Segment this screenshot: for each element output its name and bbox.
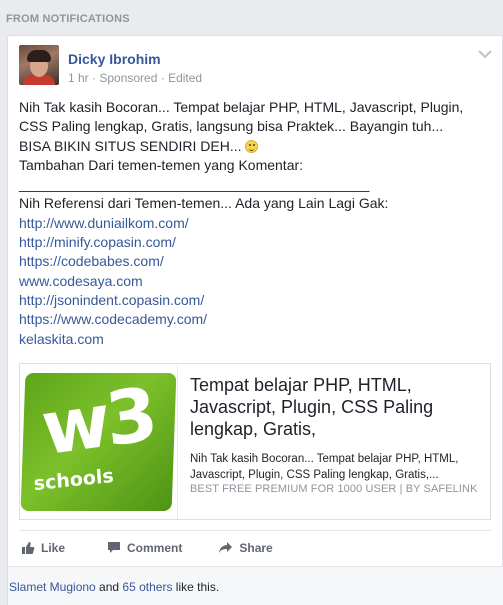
likes-summary: Slamet Mugiono and 65 others like this. xyxy=(8,566,503,605)
post-card: Dicky Ibrohim 1 hr · Sponsored · Edited … xyxy=(7,35,503,605)
post-text: Nih Tak kasih Bocoran... Tempat belajar … xyxy=(19,98,489,349)
w3schools-logo: w3 schools xyxy=(20,373,177,511)
link-preview[interactable]: w3 schools Tempat belajar PHP, HTML, Jav… xyxy=(19,363,491,520)
preview-description: Nih Tak kasih Bocoran... Tempat belajar … xyxy=(190,453,459,481)
link-codecademy[interactable]: https://www.codecademy.com/ xyxy=(19,310,489,329)
preview-body[interactable]: Tempat belajar PHP, HTML, Javascript, Pl… xyxy=(178,364,490,519)
comment-button[interactable]: Comment xyxy=(107,541,182,555)
section-header: FROM NOTIFICATIONS xyxy=(6,13,130,25)
preview-source: BEST FREE PREMIUM FOR 1000 USER | BY SAF… xyxy=(190,483,478,495)
post-line: Tambahan Dari temen-temen yang Komentar: xyxy=(19,156,304,173)
logo-w3: w3 xyxy=(37,373,158,473)
thumbs-up-icon xyxy=(22,541,35,554)
post-meta: 1 hr · Sponsored · Edited xyxy=(68,71,202,85)
author-name[interactable]: Dicky Ibrohim xyxy=(68,51,161,67)
liker-name-link[interactable]: Slamet Mugiono xyxy=(9,580,96,594)
comment-label: Comment xyxy=(127,540,183,555)
post-line: Nih Referensi dari Temen-temen... Ada ya… xyxy=(19,195,389,212)
link-kelaskita[interactable]: kelaskita.com xyxy=(19,330,489,349)
link-jsonindent[interactable]: http://jsonindent.copasin.com/ xyxy=(19,291,489,310)
like-label: Like xyxy=(41,540,66,555)
smiley-emoji-icon xyxy=(245,139,259,153)
like-button[interactable]: Like xyxy=(21,541,65,555)
link-codesaya[interactable]: www.codesaya.com xyxy=(19,272,489,291)
post-line: Nih Tak kasih Bocoran... Tempat belajar … xyxy=(19,99,464,115)
comment-icon xyxy=(108,542,121,553)
share-button[interactable]: Share xyxy=(218,540,273,555)
share-label: Share xyxy=(239,540,273,555)
meta-separator: · xyxy=(157,71,169,85)
author-avatar[interactable] xyxy=(19,45,59,85)
edited-label[interactable]: Edited xyxy=(168,71,202,85)
post-line: CSS Paling lengkap, Gratis, langsung bis… xyxy=(19,118,444,135)
link-codebabes[interactable]: https://codebabes.com/ xyxy=(19,252,489,271)
post-line: BISA BIKIN SITUS SENDIRI DEH... xyxy=(19,137,489,156)
likes-suffix: like this. xyxy=(172,580,220,594)
sponsored-label[interactable]: Sponsored xyxy=(99,71,157,85)
link-duniailkom[interactable]: http://www.duniailkom.com/ xyxy=(19,214,489,233)
post-time[interactable]: 1 hr xyxy=(68,71,89,85)
meta-separator: · xyxy=(88,71,100,85)
share-arrow-icon xyxy=(219,542,233,553)
preview-image[interactable]: w3 schools xyxy=(20,364,178,519)
post-line-text: BISA BIKIN SITUS SENDIRI DEH... xyxy=(19,137,242,154)
likes-and: and xyxy=(95,580,123,594)
chevron-down-icon[interactable] xyxy=(478,49,492,59)
likes-others-link[interactable]: 65 others xyxy=(122,580,172,594)
post-line: ________________________________________… xyxy=(19,176,370,193)
link-minify[interactable]: http://minify.copasin.com/ xyxy=(19,233,489,252)
action-bar: Like Comment Share xyxy=(19,530,491,564)
preview-title[interactable]: Tempat belajar PHP, HTML, Javascript, Pl… xyxy=(190,374,480,440)
